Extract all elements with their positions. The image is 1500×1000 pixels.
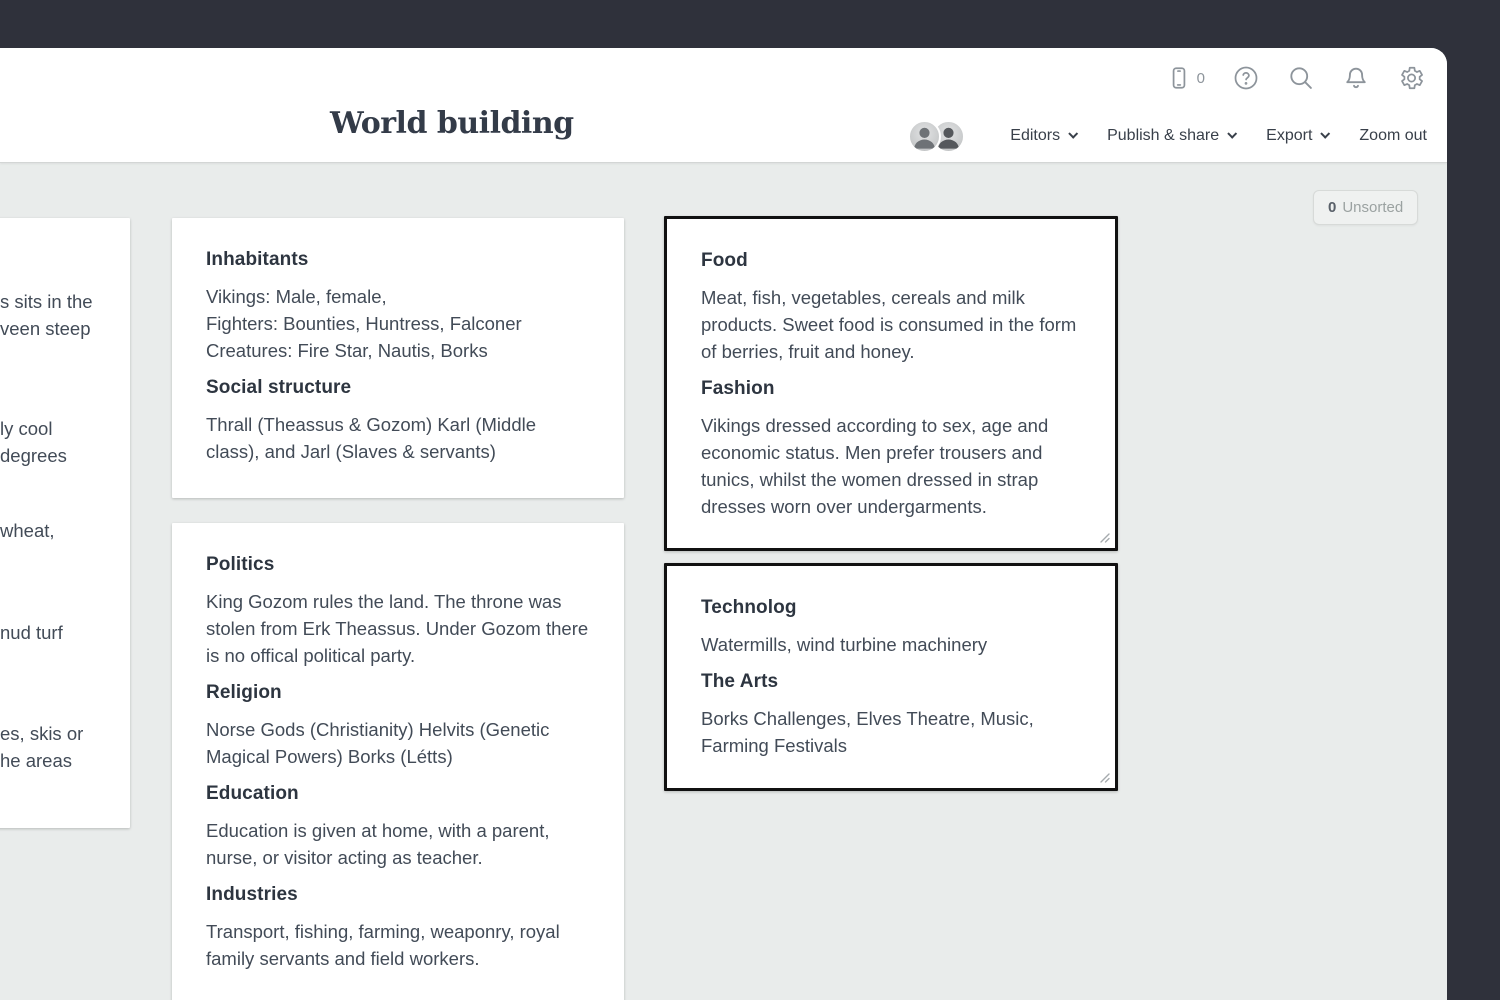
card-text-fragment: degrees (0, 445, 67, 466)
settings-button[interactable] (1397, 64, 1425, 92)
card-body: Thrall (Theassus & Gozom) Karl (Middle c… (206, 414, 537, 462)
unsorted-count: 0 (1328, 199, 1337, 216)
card-text-fragment: ly cool (0, 418, 53, 439)
card-body: King Gozom rules the land. The throne wa… (206, 591, 589, 666)
card-technology-arts[interactable]: Technolog Watermills, wind turbine machi… (664, 563, 1118, 791)
card-heading: The Arts (701, 671, 779, 692)
card-body: Transport, fishing, farming, weaponry, r… (206, 921, 560, 969)
chevron-down-icon (1320, 128, 1331, 139)
card-heading: Fashion (701, 378, 775, 399)
avatar[interactable] (908, 119, 942, 153)
help-icon (1234, 66, 1258, 90)
header-menu: Editors Publish & share Export Zoom out (908, 116, 1427, 156)
card-body: Meat, fish, vegetables, cereals and milk… (701, 287, 1077, 362)
chevron-down-icon (1068, 128, 1079, 139)
publish-share-menu[interactable]: Publish & share (1107, 127, 1238, 145)
chevron-down-icon (1227, 128, 1238, 139)
app-panel: World building 0 Editors Publish & share… (0, 48, 1447, 1000)
search-icon (1290, 67, 1312, 89)
card-heading: Education (206, 783, 299, 804)
card-heading: Inhabitants (206, 249, 309, 270)
card-text-fragment: nud turf (0, 622, 63, 643)
window-top-bar (0, 0, 1500, 48)
export-menu[interactable]: Export (1266, 127, 1331, 145)
help-button[interactable] (1232, 64, 1260, 92)
device-count: 0 (1196, 69, 1205, 87)
card-text-fragment: s sits in the (0, 291, 93, 312)
editors-menu[interactable]: Editors (1010, 127, 1079, 145)
card-heading: Politics (206, 554, 275, 575)
card-heading: Social structure (206, 377, 352, 398)
card-clipped-left[interactable]: s sits in the veen steep ly cool degrees… (0, 218, 130, 828)
mobile-device-button[interactable]: 0 (1166, 65, 1205, 91)
unsorted-label: Unsorted (1342, 199, 1404, 216)
card-text-fragment: es, skis or (0, 723, 84, 744)
card-text-fragment: he areas (0, 750, 72, 771)
bell-icon (1346, 67, 1366, 89)
card-body: Vikings dressed according to sex, age an… (701, 415, 1049, 517)
search-button[interactable] (1287, 64, 1315, 92)
card-heading: Technolog (701, 597, 797, 618)
gear-icon (1401, 66, 1423, 90)
card-body: Vikings: Male, female, Fighters: Bountie… (206, 286, 522, 361)
card-heading: Food (701, 250, 748, 271)
unsorted-badge[interactable]: 0 Unsorted (1313, 190, 1419, 225)
card-body: Borks Challenges, Elves Theatre, Music, … (701, 708, 1034, 756)
resize-handle-icon[interactable] (1098, 771, 1112, 785)
mobile-device-icon (1172, 67, 1185, 89)
card-body: Norse Gods (Christianity) Helvits (Genet… (206, 719, 550, 767)
board-canvas[interactable]: 0 Unsorted s sits in the veen steep ly c… (0, 163, 1447, 1000)
card-heading: Industries (206, 884, 298, 905)
card-text-fragment: wheat, (0, 520, 55, 541)
page-title[interactable]: World building (330, 106, 574, 141)
card-heading: Religion (206, 682, 282, 703)
zoom-out-button[interactable]: Zoom out (1359, 127, 1427, 145)
board-header: World building 0 Editors Publish & share… (0, 48, 1447, 163)
header-icon-toolbar: 0 (1166, 62, 1425, 94)
card-inhabitants[interactable]: Inhabitants Vikings: Male, female, Fight… (172, 218, 624, 498)
card-text-fragment: veen steep (0, 318, 91, 339)
card-body: Watermills, wind turbine machinery (701, 634, 988, 655)
card-politics[interactable]: Politics King Gozom rules the land. The … (172, 523, 624, 1000)
card-body: Education is given at home, with a paren… (206, 820, 550, 868)
editor-avatars[interactable] (908, 119, 966, 153)
notifications-button[interactable] (1342, 64, 1370, 92)
resize-handle-icon[interactable] (1098, 531, 1112, 545)
card-food-fashion[interactable]: Food Meat, fish, vegetables, cereals and… (664, 216, 1118, 551)
